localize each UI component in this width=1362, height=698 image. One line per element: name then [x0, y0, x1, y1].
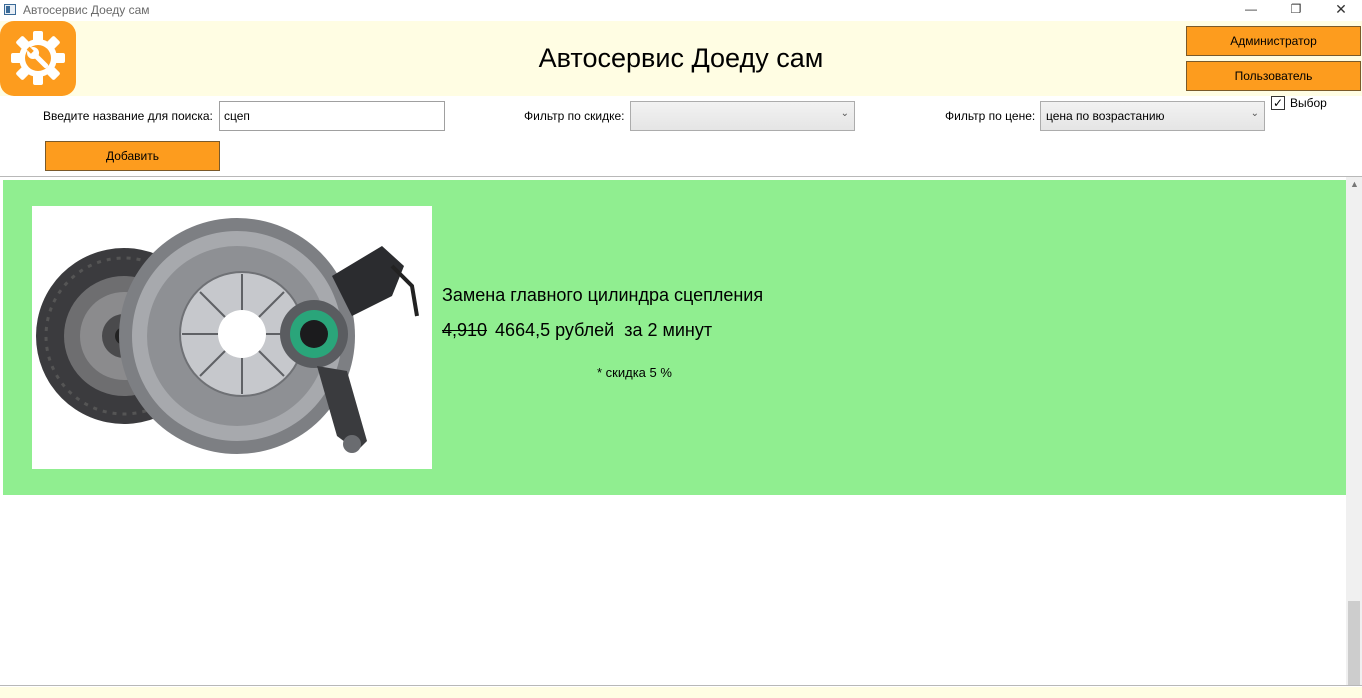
price-filter-label: Фильтр по цене:: [945, 109, 1036, 123]
add-service-button[interactable]: Добавить: [45, 141, 220, 171]
old-price: 4,910: [442, 320, 488, 340]
service-price-line: 4,910 4664,5 рублей за 2 минут: [442, 320, 712, 341]
vertical-scrollbar[interactable]: ▲: [1346, 177, 1362, 685]
discount-note: * скидка 5 %: [597, 365, 672, 380]
service-name: Замена главного цилиндра сцепления: [442, 285, 764, 305]
select-checkbox[interactable]: ✓: [1271, 96, 1285, 110]
discount-filter-label: Фильтр по скидке:: [524, 109, 625, 123]
select-checkbox-label: Выбор: [1290, 96, 1327, 110]
window-title: Автосервис Доеду сам: [23, 3, 150, 17]
service-duration: за 2 минут: [624, 320, 713, 340]
new-price: 4664,5 рублей: [495, 320, 615, 340]
footer-bar: [0, 687, 1362, 698]
search-label: Введите название для поиска:: [43, 109, 213, 123]
window-titlebar: Автосервис Доеду сам — ❐ ✕: [0, 0, 1362, 20]
app-window-icon: [4, 4, 16, 15]
service-card[interactable]: Замена главного цилиндра сцепления 4,910…: [3, 180, 1346, 495]
clutch-kit-image: [32, 206, 432, 469]
chevron-down-icon: ⌄: [1250, 108, 1259, 119]
price-filter-select[interactable]: цена по возрастанию ⌄: [1040, 101, 1265, 131]
page-title: Автосервис Доеду сам: [538, 43, 824, 73]
price-filter-value: цена по возрастанию: [1046, 109, 1165, 123]
service-list[interactable]: Замена главного цилиндра сцепления 4,910…: [0, 176, 1362, 686]
minimize-button[interactable]: —: [1228, 0, 1274, 20]
admin-button[interactable]: Администратор: [1186, 26, 1361, 56]
user-button[interactable]: Пользователь: [1186, 61, 1361, 91]
discount-filter-select[interactable]: ⌄: [630, 101, 855, 131]
search-input[interactable]: сцеп: [219, 101, 445, 131]
scroll-up-icon[interactable]: ▲: [1350, 179, 1359, 189]
close-button[interactable]: ✕: [1318, 0, 1362, 20]
chevron-down-icon: ⌄: [840, 108, 849, 119]
scrollbar-thumb[interactable]: [1348, 601, 1360, 685]
maximize-button[interactable]: ❐: [1273, 0, 1319, 20]
